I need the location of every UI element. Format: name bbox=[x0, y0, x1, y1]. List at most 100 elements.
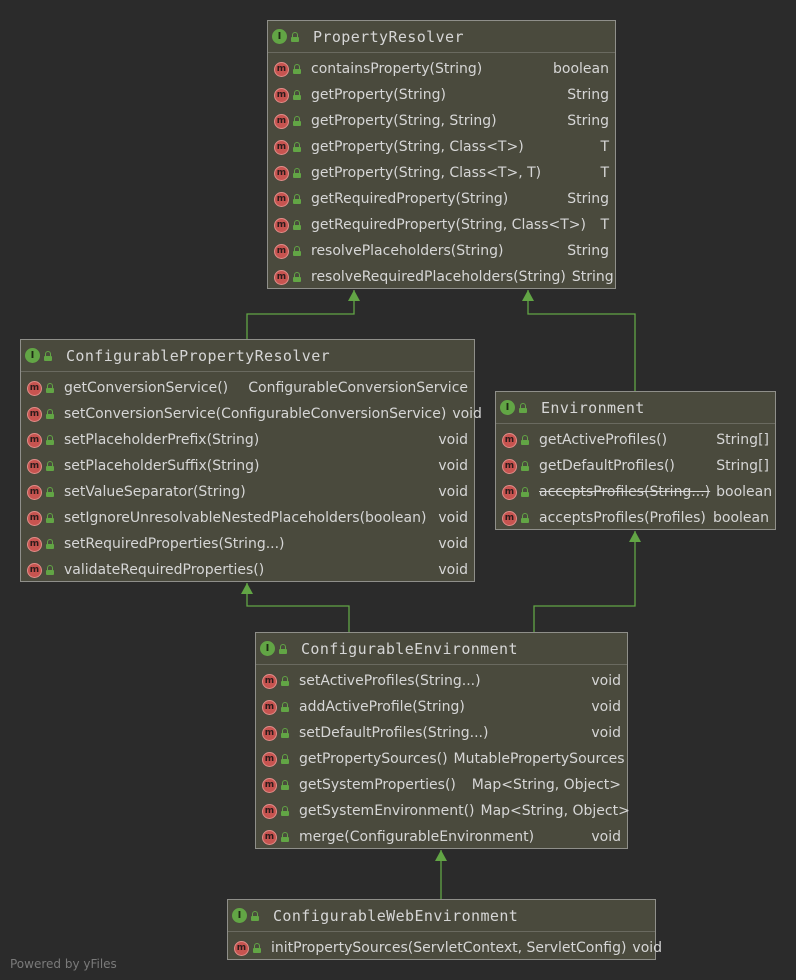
public-lock-icon bbox=[521, 461, 529, 471]
member-row[interactable]: m setValueSeparator(String) void bbox=[21, 479, 474, 505]
member-row[interactable]: m getConversionService() ConfigurableConve… bbox=[21, 375, 474, 401]
method-icon: m bbox=[262, 751, 277, 767]
member-row[interactable]: m setActiveProfiles(String...) void bbox=[256, 668, 627, 694]
method-name: acceptsProfiles(Profiles) bbox=[539, 510, 706, 526]
public-lock-icon bbox=[293, 116, 301, 126]
member-row[interactable]: m setDefaultProfiles(String...) void bbox=[256, 720, 627, 746]
method-name: validateRequiredProperties() bbox=[64, 562, 265, 578]
return-type: Map<String, Object> bbox=[480, 803, 630, 819]
inheritance-arrowhead bbox=[522, 290, 534, 301]
method-name: resolvePlaceholders(String) bbox=[311, 243, 504, 259]
return-type: void bbox=[438, 458, 468, 474]
member-row[interactable]: m initPropertySources(ServletContext, Ser… bbox=[228, 935, 662, 961]
return-type: ConfigurableConversionService bbox=[248, 380, 468, 396]
method-icon: m bbox=[27, 432, 42, 448]
return-type: String[] bbox=[716, 432, 769, 448]
node-configurable-property-resolver[interactable]: I ConfigurablePropertyResolver m getConve… bbox=[20, 339, 482, 583]
member-row[interactable]: m setPlaceholderPrefix(String) void bbox=[21, 427, 474, 453]
method-name: setConversionService(ConfigurableConvers… bbox=[64, 406, 447, 422]
method-icon: m bbox=[262, 725, 277, 741]
node-configurable-environment[interactable]: I ConfigurableEnvironment m setActiveProf… bbox=[255, 632, 630, 850]
member-row[interactable]: m addActiveProfile(String) void bbox=[256, 694, 627, 720]
method-name: getDefaultProfiles() bbox=[539, 458, 675, 474]
method-icon: m bbox=[27, 458, 42, 474]
public-lock-icon bbox=[281, 728, 289, 738]
member-row[interactable]: m setPlaceholderSuffix(String) void bbox=[21, 453, 474, 479]
member-row[interactable]: m containsProperty(String) boolean bbox=[268, 56, 615, 82]
public-lock-icon bbox=[281, 754, 289, 764]
return-type: T bbox=[600, 139, 609, 155]
interface-icon: I bbox=[232, 908, 247, 923]
public-lock-icon bbox=[521, 487, 529, 497]
node-property-resolver[interactable]: I PropertyResolver m containsProperty(Str… bbox=[267, 20, 616, 289]
member-row[interactable]: m getSystemEnvironment() Map<String, Objec… bbox=[256, 798, 630, 824]
node-configurable-web-environment[interactable]: I ConfigurableWebEnvironment m initProper… bbox=[227, 899, 662, 961]
node-header: I ConfigurablePropertyResolver bbox=[21, 340, 474, 372]
public-lock-icon bbox=[279, 643, 287, 654]
method-icon: m bbox=[27, 484, 42, 500]
return-type: void bbox=[438, 536, 468, 552]
public-lock-icon bbox=[281, 832, 289, 842]
public-lock-icon bbox=[293, 90, 301, 100]
inheritance-edge bbox=[533, 531, 636, 632]
public-lock-icon bbox=[281, 780, 289, 790]
return-type: void bbox=[591, 829, 621, 845]
node-header: I ConfigurableEnvironment bbox=[256, 633, 627, 665]
member-row[interactable]: m getSystemProperties() Map<String, Object… bbox=[256, 772, 627, 798]
method-name: setActiveProfiles(String...) bbox=[299, 673, 481, 689]
public-lock-icon bbox=[293, 220, 301, 230]
member-row[interactable]: m getPropertySources() MutablePropertySour… bbox=[256, 746, 627, 772]
method-name: getConversionService() bbox=[64, 380, 229, 396]
member-row[interactable]: m getProperty(String, String) String bbox=[268, 108, 615, 134]
member-row[interactable]: m resolvePlaceholders(String) String bbox=[268, 238, 615, 264]
public-lock-icon bbox=[293, 168, 301, 178]
member-row[interactable]: m setRequiredProperties(String...) void bbox=[21, 531, 474, 557]
member-row[interactable]: m setIgnoreUnresolvableNestedPlaceholders… bbox=[21, 505, 474, 531]
member-row[interactable]: m acceptsProfiles(String...) boolean bbox=[496, 479, 775, 505]
member-row[interactable]: m getProperty(String, Class<T>, T) T bbox=[268, 160, 615, 186]
return-type: void bbox=[452, 406, 482, 422]
member-row[interactable]: m getProperty(String, Class<T>) T bbox=[268, 134, 615, 160]
interface-icon: I bbox=[260, 641, 275, 656]
method-icon: m bbox=[274, 87, 289, 103]
return-type: void bbox=[632, 940, 663, 956]
member-row[interactable]: m getDefaultProfiles() String[] bbox=[496, 453, 775, 479]
node-environment[interactable]: I Environment m getActiveProfiles() String… bbox=[495, 391, 776, 530]
public-lock-icon bbox=[293, 64, 301, 74]
member-row[interactable]: m getRequiredProperty(String, Class<T>) T bbox=[268, 212, 615, 238]
method-name: getProperty(String, Class<T>) bbox=[311, 139, 524, 155]
public-lock-icon bbox=[293, 246, 301, 256]
public-lock-icon bbox=[291, 31, 299, 42]
inheritance-edge bbox=[246, 290, 355, 339]
member-row[interactable]: m resolveRequiredPlaceholders(String) Stri… bbox=[268, 264, 615, 290]
interface-icon: I bbox=[500, 400, 515, 415]
method-name: setValueSeparator(String) bbox=[64, 484, 246, 500]
return-type: String bbox=[571, 269, 614, 285]
member-row[interactable]: m getRequiredProperty(String) String bbox=[268, 186, 615, 212]
method-name: setIgnoreUnresolvableNestedPlaceholders(… bbox=[64, 510, 427, 526]
public-lock-icon bbox=[281, 676, 289, 686]
member-row[interactable]: m validateRequiredProperties() void bbox=[21, 557, 474, 583]
return-type: String bbox=[567, 87, 609, 103]
return-type: String bbox=[567, 243, 609, 259]
inheritance-edge bbox=[246, 583, 350, 632]
member-row[interactable]: m acceptsProfiles(Profiles) boolean bbox=[496, 505, 775, 531]
public-lock-icon bbox=[281, 702, 289, 712]
member-row[interactable]: m merge(ConfigurableEnvironment) void bbox=[256, 824, 627, 850]
inheritance-arrowhead bbox=[629, 531, 641, 542]
method-name: getSystemProperties() bbox=[299, 777, 456, 793]
return-type: void bbox=[438, 562, 468, 578]
return-type: void bbox=[438, 510, 468, 526]
member-row[interactable]: m getActiveProfiles() String[] bbox=[496, 427, 775, 453]
method-icon: m bbox=[274, 243, 289, 259]
public-lock-icon bbox=[46, 383, 54, 393]
method-icon: m bbox=[262, 673, 277, 689]
member-list: m initPropertySources(ServletContext, Ser… bbox=[228, 932, 662, 961]
return-type: T bbox=[600, 165, 609, 181]
public-lock-icon bbox=[46, 513, 54, 523]
method-name: setRequiredProperties(String...) bbox=[64, 536, 285, 552]
member-row[interactable]: m setConversionService(ConfigurableConver… bbox=[21, 401, 482, 427]
method-icon: m bbox=[274, 165, 289, 181]
member-row[interactable]: m getProperty(String) String bbox=[268, 82, 615, 108]
member-list: m getActiveProfiles() String[] m getDefaultP… bbox=[496, 424, 775, 531]
